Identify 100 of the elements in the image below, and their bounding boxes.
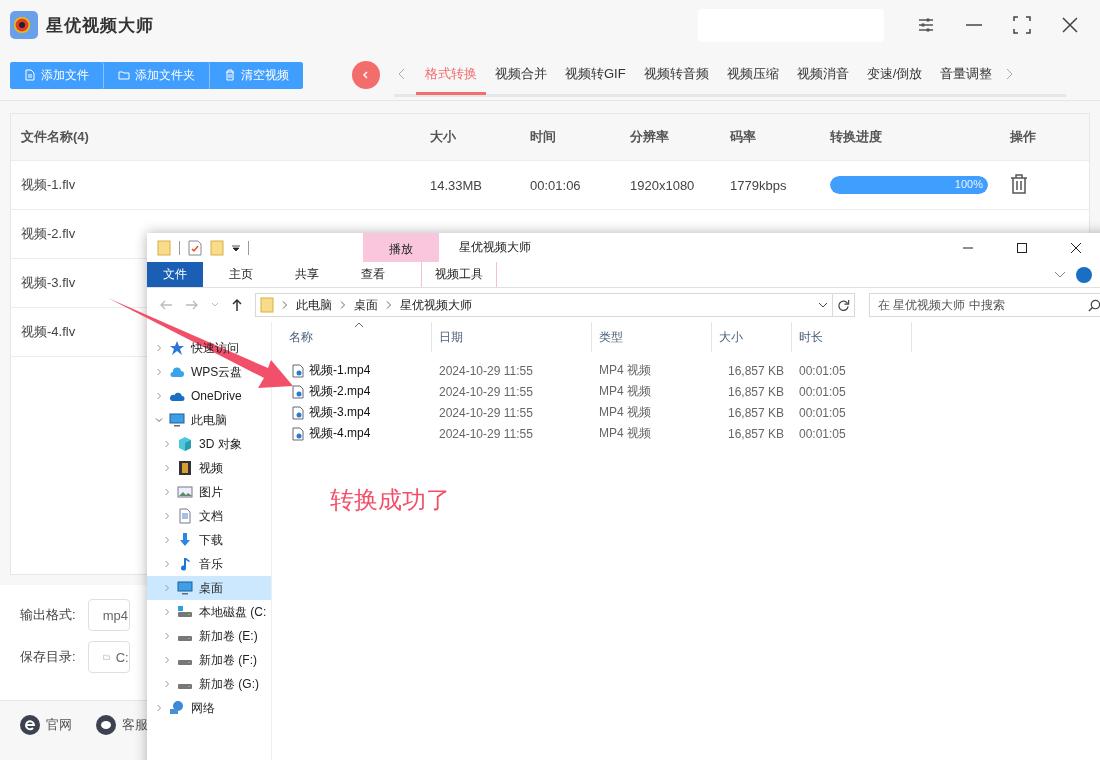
footer-link[interactable]: 官网 xyxy=(20,715,72,735)
search-field[interactable]: 在 星优视频大师 中搜索 xyxy=(869,293,1100,317)
tree-item[interactable]: 桌面 xyxy=(147,576,271,600)
table-cell-text: 视频-3.flv xyxy=(20,274,76,292)
directory-field[interactable]: C: xyxy=(87,641,130,673)
chevron-left-icon[interactable] xyxy=(398,67,406,80)
folder-icon[interactable] xyxy=(157,239,171,256)
chevron-right-icon[interactable] xyxy=(163,632,171,640)
address-bar[interactable]: 此电脑 桌面 星优视频大师 xyxy=(255,293,833,317)
chevron-right-icon[interactable] xyxy=(386,301,392,309)
ribbon-tab[interactable]: 查看 xyxy=(345,262,401,287)
up-arrow-icon[interactable] xyxy=(231,298,243,312)
tab[interactable]: 变速/倒放 xyxy=(857,55,932,95)
footer-link[interactable]: 客服 xyxy=(96,715,148,735)
ribbon-tab[interactable]: 共享 xyxy=(279,262,335,287)
chevron-right-icon[interactable] xyxy=(155,704,163,712)
file-name[interactable]: 视频-2.mp4 xyxy=(309,383,371,400)
refresh-button[interactable] xyxy=(833,293,855,317)
down-arrow-icon xyxy=(177,532,193,548)
tree-item[interactable]: 图片 xyxy=(147,480,271,504)
chevron-right-icon[interactable] xyxy=(163,464,171,472)
table-cell-text: 16,857 KB xyxy=(726,363,785,378)
table-cell-text: MP4 视频 xyxy=(598,362,652,379)
tree-item[interactable]: 3D 对象 xyxy=(147,432,271,456)
dropdown-arrow-icon[interactable] xyxy=(232,243,240,252)
breadcrumb-item[interactable]: 桌面 xyxy=(354,296,378,314)
settings-sliders-icon[interactable] xyxy=(917,16,935,34)
tree-item[interactable]: 本地磁盘 (C: xyxy=(147,600,271,624)
tab[interactable]: 视频合并 xyxy=(486,55,556,95)
tree-item[interactable]: 视频 xyxy=(147,456,271,480)
drive-icon xyxy=(177,658,193,666)
column-header[interactable]: 日期 xyxy=(432,322,592,352)
table-cell-text: MP4 视频 xyxy=(598,404,652,421)
chevron-right-icon[interactable] xyxy=(340,301,346,309)
column-header: 操作 xyxy=(1009,128,1037,146)
tab[interactable]: 音量调整 xyxy=(931,55,1002,95)
forward-arrow-icon[interactable] xyxy=(185,299,199,311)
file-name[interactable]: 视频-1.mp4 xyxy=(309,362,371,379)
tree-item[interactable]: 文档 xyxy=(147,504,271,528)
column-header[interactable]: 名称 xyxy=(282,322,432,352)
tree-item[interactable]: 网络 xyxy=(147,696,271,720)
chevron-right-icon[interactable] xyxy=(155,368,163,376)
app-title: 星优视频大师 xyxy=(46,14,154,37)
chevron-right-icon[interactable] xyxy=(163,656,171,664)
back-button[interactable] xyxy=(352,61,380,89)
chevron-right-icon[interactable] xyxy=(163,584,171,592)
file-name[interactable]: 视频-4.mp4 xyxy=(309,425,371,442)
column-header: 转换进度 xyxy=(829,128,883,146)
column-header: 时间 xyxy=(529,128,557,146)
close-icon[interactable] xyxy=(1070,241,1082,254)
maximize-icon[interactable] xyxy=(1016,241,1028,254)
trash-icon[interactable] xyxy=(1010,173,1028,194)
breadcrumb-item[interactable]: 此电脑 xyxy=(296,296,332,314)
table-cell-text: 1920x1080 xyxy=(629,177,696,193)
column-header: 大小 xyxy=(429,128,457,146)
search-icon[interactable] xyxy=(1088,299,1100,312)
column-header[interactable]: 时长 xyxy=(792,322,912,352)
ribbon-tab[interactable]: 视频工具 xyxy=(421,262,497,287)
chevron-right-icon[interactable] xyxy=(163,608,171,616)
chevron-down-icon[interactable] xyxy=(818,302,828,308)
chevron-right-icon[interactable] xyxy=(155,392,163,400)
tab[interactable]: 视频消音 xyxy=(787,55,858,95)
tree-item[interactable]: 下载 xyxy=(147,528,271,552)
tree-item[interactable]: 新加卷 (G:) xyxy=(147,672,271,696)
tree-item[interactable]: 音乐 xyxy=(147,552,271,576)
trash-icon xyxy=(224,69,236,81)
chevron-right-icon[interactable] xyxy=(163,440,171,448)
chevron-right-icon[interactable] xyxy=(1005,67,1014,80)
drive-icon xyxy=(177,604,193,620)
column-header[interactable]: 大小 xyxy=(712,322,792,352)
chevron-right-icon[interactable] xyxy=(155,344,163,352)
table-cell-text: 视频-1.flv xyxy=(20,176,76,194)
folder-icon[interactable] xyxy=(210,239,224,256)
tree-item[interactable]: 新加卷 (F:) xyxy=(147,648,271,672)
breadcrumb-item[interactable]: 星优视频大师 xyxy=(400,296,472,314)
chevron-right-icon[interactable] xyxy=(163,536,171,544)
tree-item[interactable]: 此电脑 xyxy=(147,408,271,432)
checklist-icon[interactable] xyxy=(188,239,202,256)
tab[interactable]: 视频压缩 xyxy=(717,55,788,95)
ribbon-tab[interactable]: 主页 xyxy=(213,262,269,287)
chevron-right-icon[interactable] xyxy=(163,488,171,496)
file-name[interactable]: 视频-3.mp4 xyxy=(309,404,371,421)
chevron-right-icon[interactable] xyxy=(163,560,171,568)
tab[interactable]: 视频转GIF xyxy=(556,55,635,95)
tree-item[interactable]: 新加卷 (E:) xyxy=(147,624,271,648)
chevron-right-icon[interactable] xyxy=(282,301,288,309)
tab[interactable]: 视频转音频 xyxy=(634,55,718,95)
chevron-right-icon[interactable] xyxy=(163,512,171,520)
format-select[interactable]: mp4 xyxy=(87,599,130,631)
context-tab-header: 播放 xyxy=(363,233,439,262)
ribbon-tab[interactable]: 文件 xyxy=(147,262,203,287)
help-icon[interactable] xyxy=(1076,266,1092,283)
chevron-right-icon[interactable] xyxy=(163,680,171,688)
table-cell-text: 14.33MB xyxy=(429,177,484,193)
back-arrow-icon[interactable] xyxy=(159,299,173,311)
close-icon[interactable] xyxy=(1061,16,1079,34)
column-header[interactable]: 类型 xyxy=(592,322,712,352)
tree-item[interactable]: OneDrive xyxy=(147,384,271,408)
tree-item[interactable]: WPS云盘 xyxy=(147,360,271,384)
video-file-icon xyxy=(292,384,304,399)
